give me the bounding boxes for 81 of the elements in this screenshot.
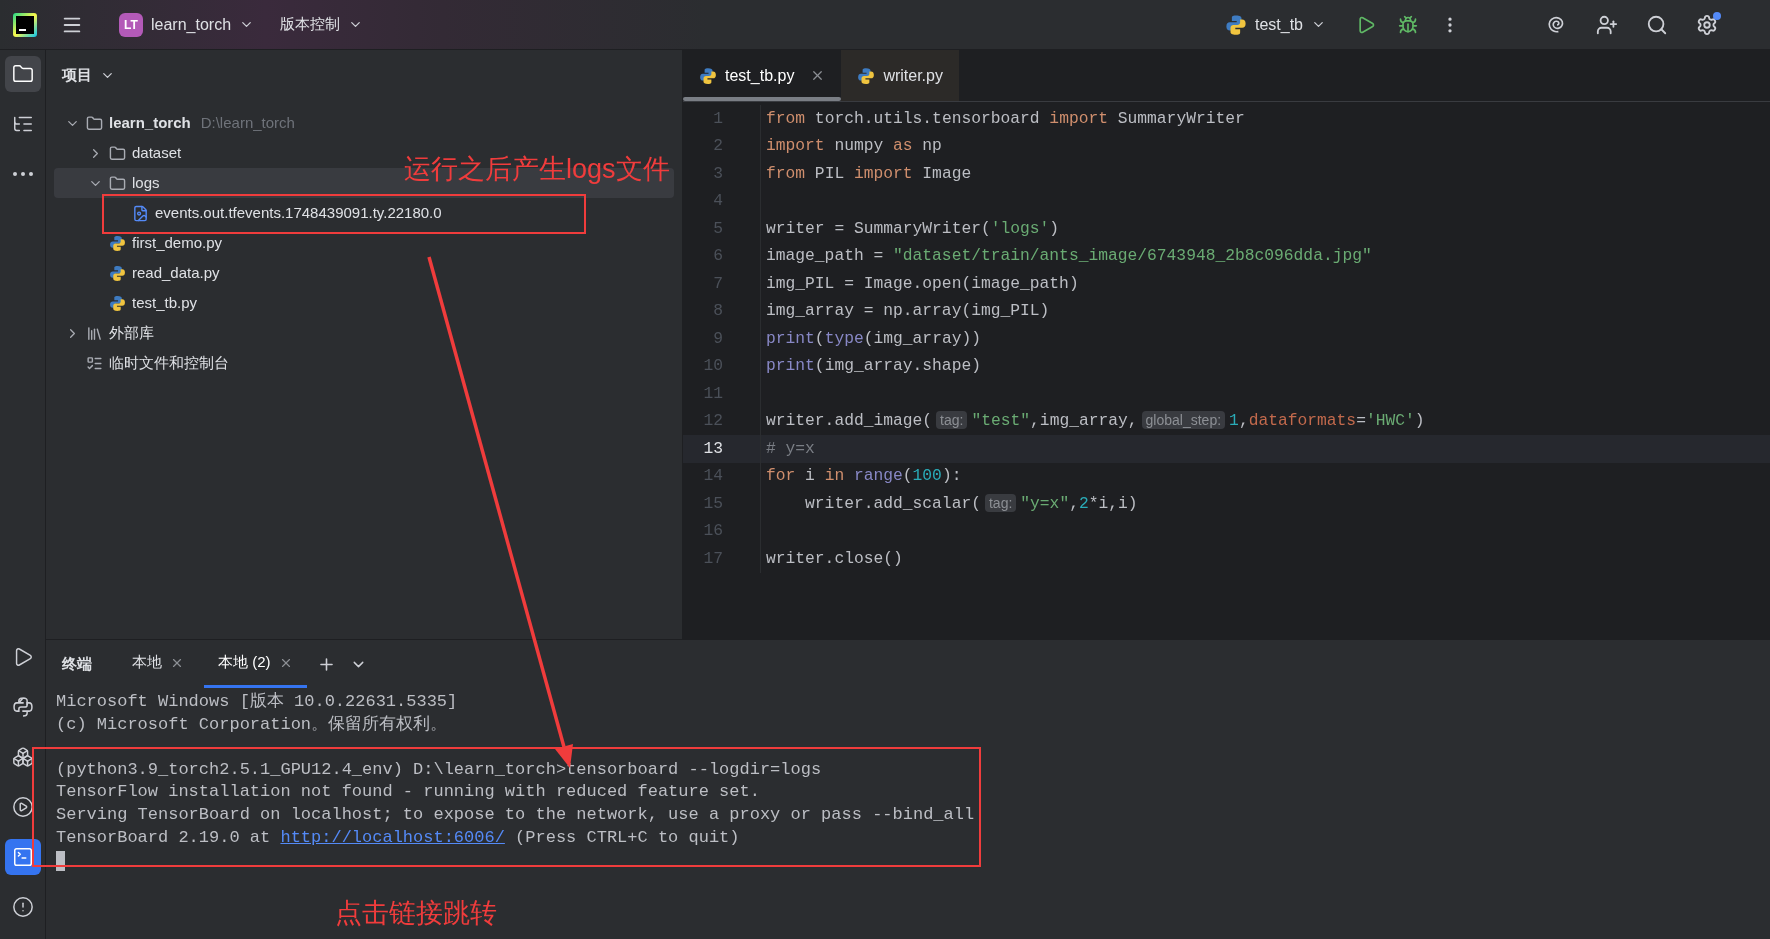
python-file-icon	[109, 234, 126, 252]
tree-item[interactable]: first_demo.py	[54, 228, 231, 258]
inlay-hint: tag:	[984, 493, 1017, 512]
folder-icon	[109, 144, 126, 162]
localhost-link[interactable]: http://localhost:6006/	[280, 827, 505, 847]
project-avatar: LT	[119, 12, 143, 37]
item-name: 外部库	[109, 322, 154, 343]
tree-item[interactable]: dataset	[54, 138, 190, 168]
terminal-line: Serving TensorBoard on localhost; to expose to the network, use a proxy or pass --bind_all	[56, 803, 976, 826]
item-name: first_demo.py	[132, 232, 223, 253]
python-icon	[1224, 13, 1247, 36]
run-configuration[interactable]: test_tb	[1224, 12, 1326, 37]
bug-icon[interactable]	[1398, 14, 1418, 35]
item-name: logs	[132, 172, 160, 193]
problems-icon	[11, 896, 34, 918]
more-icon	[12, 172, 33, 176]
terminal-line: TensorFlow installation not found - running with reduced feature set.	[56, 781, 761, 804]
code-line: writer = SummaryWriter('logs')	[765, 217, 1060, 240]
editor-tab[interactable]: test_tb.py	[683, 50, 842, 101]
tree-item[interactable]: events.out.tfevents.1748439091.ty.22180.0	[54, 198, 450, 228]
list-icon	[86, 354, 103, 372]
item-name: 临时文件和控制台	[109, 352, 229, 373]
code-line: print(type(img_array))	[765, 327, 981, 350]
tree-item[interactable]: 外部库	[54, 318, 162, 348]
python-file-icon	[109, 264, 126, 282]
search-icon[interactable]	[1646, 13, 1668, 36]
tree-item[interactable]: learn_torch D:\learn_torch	[54, 108, 303, 138]
terminal-line: (c) Microsoft Corporation。保留所有权利。	[56, 713, 449, 736]
version-control-menu[interactable]: 版本控制	[280, 13, 364, 36]
code-line: img_PIL = Image.open(image_path)	[765, 272, 1079, 295]
inlay-hint: global_step:	[1141, 411, 1226, 430]
run-icon[interactable]	[1356, 14, 1376, 35]
item-name: learn_torch	[109, 112, 191, 133]
packages-icon	[11, 746, 34, 768]
python-icon	[699, 66, 717, 85]
terminal-line: TensorBoard 2.19.0 at http://localhost:6006/ (Press CTRL+C to quit)	[56, 826, 741, 849]
item-name: test_tb.py	[132, 292, 198, 313]
tree-item[interactable]: 临时文件和控制台	[54, 348, 237, 378]
folder-icon	[109, 174, 126, 192]
item-path: D:\learn_torch	[200, 112, 295, 133]
code-line: from torch.utils.tensorboard import SummaryWriter	[765, 107, 1245, 130]
python-icon	[857, 66, 876, 85]
inlay-hint: tag:	[936, 411, 968, 430]
item-name: dataset	[132, 142, 182, 163]
python-file-icon	[109, 294, 126, 312]
code-line: image_path = "dataset/train/ants_image/6743948_2b8c096dda.jpg"	[765, 245, 1372, 268]
add-user-icon[interactable]	[1596, 13, 1618, 36]
item-name: events.out.tfevents.1748439091.ty.22180.0	[155, 202, 442, 223]
editor-tab[interactable]: writer.py	[841, 50, 959, 101]
annotation-note: 点击链接跳转	[335, 897, 497, 930]
code-line: from PIL import Image	[765, 162, 972, 185]
tree-item[interactable]: test_tb.py	[54, 288, 206, 318]
code-line: import numpy as np	[765, 135, 942, 158]
terminal-line: Microsoft Windows [版本 10.0.22631.5335]	[56, 691, 459, 713]
tree-item[interactable]: read_data.py	[54, 258, 228, 288]
line-number: 13	[702, 437, 723, 460]
app-logo-icon	[13, 12, 37, 37]
folder-icon	[86, 114, 103, 132]
project-selector[interactable]: LT learn_torch	[115, 7, 259, 42]
settings-icon[interactable]	[1696, 13, 1718, 36]
terminal-icon	[11, 846, 34, 868]
tool-window-button[interactable]	[4, 839, 41, 875]
library-icon	[86, 324, 103, 342]
code-line: writer.add_scalar( tag: "y=x",2*i,i)	[804, 492, 1138, 515]
code-line: print(img_array.shape)	[765, 355, 981, 378]
code-line: for i in range(100):	[765, 465, 962, 488]
python-console-icon	[11, 696, 34, 718]
folder-icon	[11, 63, 34, 85]
code-line: writer.close()	[765, 547, 903, 570]
item-name: read_data.py	[132, 262, 220, 283]
tool-window-button[interactable]	[4, 56, 41, 92]
terminal-tab[interactable]: 本地	[118, 640, 198, 688]
terminal-tab[interactable]: 本地 (2)	[204, 640, 307, 688]
terminal-title: 终端	[62, 653, 92, 674]
code-line: img_array = np.array(img_PIL)	[765, 300, 1050, 323]
services-icon	[11, 796, 34, 818]
project-view-selector[interactable]: 项目	[46, 50, 682, 100]
code-line: writer.add_image( tag: "test",img_array, global_step: 1,dataformats='HWC')	[765, 410, 1425, 433]
image-file-icon	[132, 204, 149, 222]
terminal-line: (python3.9_torch2.5.1_GPU12.4_env) D:\learn_torch>tensorboard --logdir=logs	[56, 758, 823, 781]
code-line: # y=x	[765, 437, 815, 460]
